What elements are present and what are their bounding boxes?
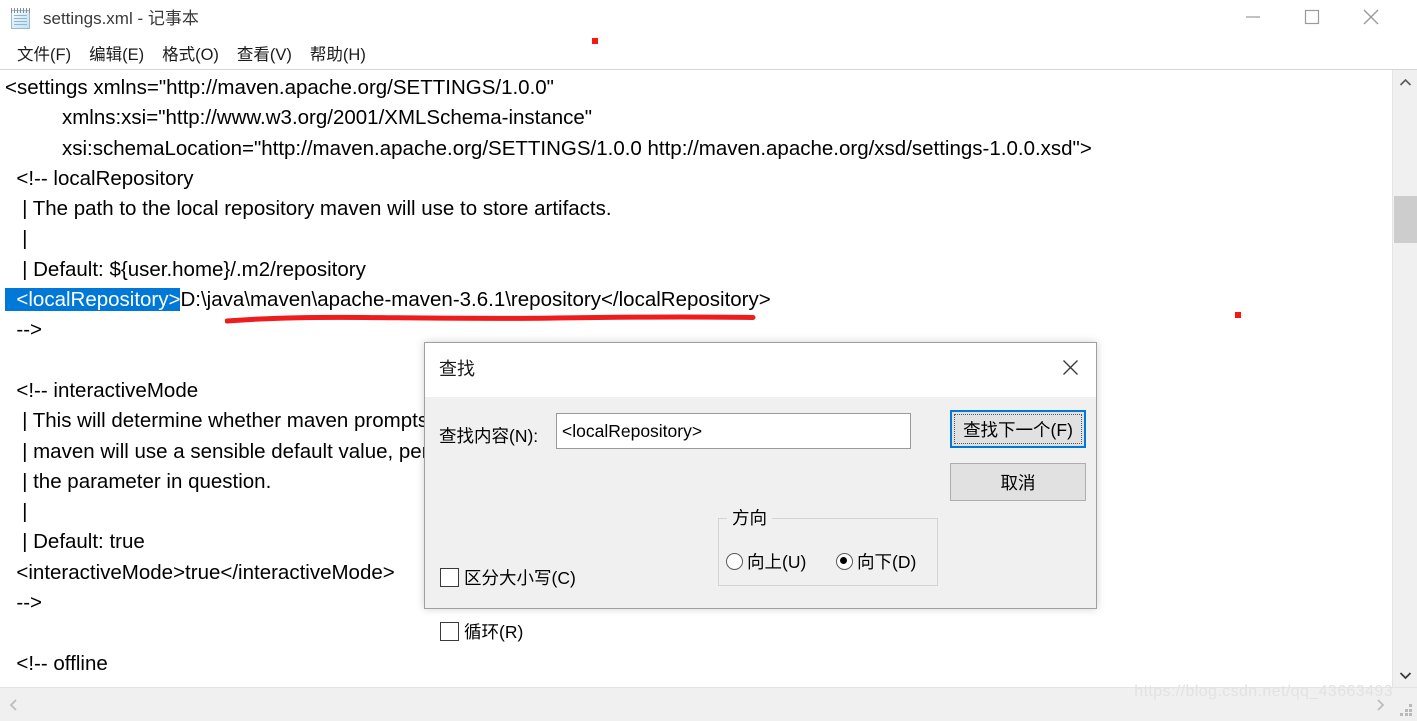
cancel-button-label: 取消 [1000,472,1036,493]
find-dialog-titlebar: 查找 [425,343,1096,397]
close-icon [1062,359,1078,375]
find-what-input[interactable] [557,414,910,448]
radio-unchecked-icon [726,553,743,570]
horizontal-scrollbar[interactable] [0,687,1417,721]
find-what-field-wrapper[interactable] [556,413,911,449]
find-dialog-title: 查找 [439,359,475,379]
red-dot-annotation-2 [1235,312,1241,318]
resize-grip[interactable] [1400,704,1414,718]
menu-item-format[interactable]: 格式(O) [153,44,228,66]
menu-item-view[interactable]: 查看(V) [228,44,301,66]
window-title: settings.xml - 记事本 [43,9,199,28]
vertical-scrollbar-thumb[interactable] [1394,196,1417,243]
vertical-scrollbar[interactable] [1392,70,1417,687]
checkbox-wrap-around-label: 循环(R) [464,622,524,642]
find-dialog: 查找 查找内容(N): 方向 向上(U) [424,342,1097,642]
radio-direction-down-label: 向下(D) [857,552,917,572]
selected-text: <localRepository> [5,288,181,312]
cancel-button[interactable]: 取消 [950,463,1086,501]
find-what-label: 查找内容(N): [439,426,539,446]
title-bar: settings.xml - 记事本 [0,0,1417,38]
text-line: | [5,227,28,251]
find-dialog-close-button[interactable] [1050,350,1090,384]
text-line [5,618,1092,648]
checkbox-wrap-around[interactable]: 循环(R) [440,619,523,644]
radio-checked-icon [836,553,853,570]
find-next-button[interactable]: 查找下一个(F) [950,410,1086,448]
maximize-icon [1304,9,1319,25]
notepad-window: settings.xml - 记事本 文件(F) 编辑(E) 格式(O) 查看(… [0,0,1417,721]
red-dot-annotation-1 [592,38,598,44]
text-line: | Default: ${user.home}/.m2/repository [5,257,366,281]
text-line: <localRepository>D:\java\maven\apache-ma… [5,288,771,312]
menu-item-file[interactable]: 文件(F) [8,44,80,66]
text-line: <!-- offline [5,651,108,675]
text-line: xsi:schemaLocation="http://maven.apache.… [5,136,1092,160]
close-icon [1363,9,1378,25]
text-line: xmlns:xsi="http://www.w3.org/2001/XMLSch… [5,106,593,130]
minimize-icon [1245,16,1260,18]
checkbox-unchecked-icon [440,568,459,587]
scroll-left-arrow-icon[interactable] [0,692,26,718]
radio-direction-up[interactable]: 向上(U) [726,549,806,574]
radio-direction-up-label: 向上(U) [747,552,807,572]
scroll-up-arrow-icon[interactable] [1393,70,1417,94]
find-dialog-body: 查找内容(N): 方向 向上(U) 向下(D) 区分大小写(C) [425,397,1096,642]
menu-item-edit[interactable]: 编辑(E) [80,44,153,66]
checkbox-unchecked-icon [440,622,459,641]
text-line: <!-- localRepository [5,166,194,190]
maximize-button[interactable] [1288,0,1335,34]
title-bar-left: settings.xml - 记事本 [9,6,199,32]
menu-item-help[interactable]: 帮助(H) [301,44,375,66]
focus-outline [954,414,1082,444]
scroll-down-arrow-icon[interactable] [1393,663,1417,687]
checkbox-match-case-label: 区分大小写(C) [464,568,576,588]
radio-direction-down[interactable]: 向下(D) [836,549,916,574]
checkbox-match-case[interactable]: 区分大小写(C) [440,565,576,590]
scroll-right-arrow-icon[interactable] [1367,692,1393,718]
text-line: <settings xmlns="http://maven.apache.org… [5,76,554,99]
direction-groupbox-legend: 方向 [727,505,772,530]
direction-groupbox: 方向 向上(U) 向下(D) [718,505,938,586]
close-button[interactable] [1347,0,1394,34]
notepad-icon [9,7,33,31]
text-line: | The path to the local repository maven… [5,197,612,221]
menu-bar: 文件(F) 编辑(E) 格式(O) 查看(V) 帮助(H) [0,40,1417,69]
minimize-button[interactable] [1229,0,1276,34]
